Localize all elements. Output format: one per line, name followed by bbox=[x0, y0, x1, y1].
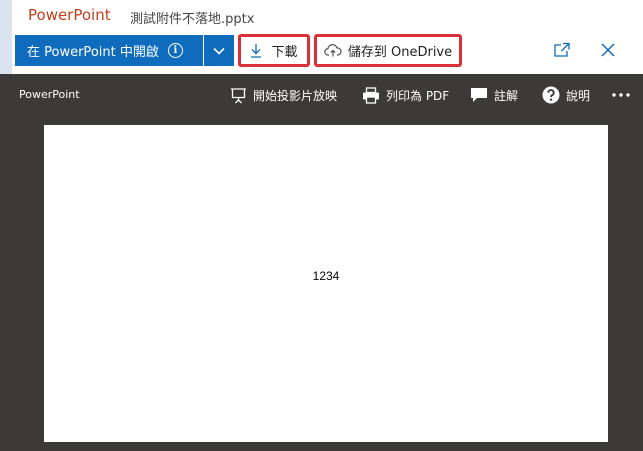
start-slideshow-button[interactable]: 開始投影片放映 bbox=[230, 84, 337, 106]
open-options-dropdown[interactable] bbox=[204, 35, 234, 66]
help-button[interactable]: 說明 bbox=[542, 84, 590, 106]
popout-icon bbox=[554, 42, 570, 57]
cloud-upload-icon bbox=[324, 44, 342, 57]
more-icon bbox=[612, 93, 630, 97]
slide-text: 1234 bbox=[312, 269, 340, 283]
comment-icon bbox=[471, 88, 487, 102]
file-name: 測試附件不落地.pptx bbox=[130, 12, 255, 27]
open-in-powerpoint-label: 在 PowerPoint 中開啟 bbox=[27, 45, 159, 60]
viewer-brand: PowerPoint bbox=[19, 88, 80, 101]
app-name: PowerPoint bbox=[28, 6, 111, 24]
title-bar: PowerPoint 測試附件不落地.pptx bbox=[12, 0, 643, 32]
download-label: 下載 bbox=[271, 45, 298, 60]
save-to-onedrive-button[interactable]: 儲存到 OneDrive bbox=[314, 34, 462, 67]
printer-icon bbox=[363, 86, 379, 104]
projector-icon bbox=[231, 87, 246, 103]
more-options-button[interactable] bbox=[612, 84, 636, 106]
save-to-onedrive-label: 儲存到 OneDrive bbox=[347, 45, 453, 60]
download-button[interactable]: 下載 bbox=[238, 34, 310, 67]
print-pdf-button[interactable]: 列印為 PDF bbox=[362, 84, 449, 106]
document-viewer: PowerPoint 開始投影片放映 列印為 PDF 註解 說明 1234 bbox=[0, 74, 643, 451]
comments-label: 註解 bbox=[494, 88, 519, 103]
print-pdf-label: 列印為 PDF bbox=[386, 88, 450, 103]
close-icon bbox=[601, 43, 615, 57]
slide-canvas[interactable]: 1234 bbox=[44, 125, 608, 442]
help-label: 說明 bbox=[566, 88, 591, 103]
help-icon bbox=[542, 86, 560, 104]
action-bar: 在 PowerPoint 中開啟 i 下載 儲存到 OneDrive bbox=[12, 32, 643, 74]
comments-button[interactable]: 註解 bbox=[470, 84, 518, 106]
viewer-toolbar: PowerPoint 開始投影片放映 列印為 PDF 註解 說明 bbox=[0, 74, 643, 116]
download-icon bbox=[251, 44, 262, 58]
info-icon[interactable]: i bbox=[167, 43, 183, 58]
open-in-powerpoint-button[interactable]: 在 PowerPoint 中開啟 i bbox=[15, 35, 203, 66]
close-button[interactable] bbox=[599, 41, 619, 61]
start-slideshow-label: 開始投影片放映 bbox=[253, 88, 338, 103]
chevron-down-icon bbox=[213, 47, 225, 55]
popout-button[interactable] bbox=[553, 42, 573, 60]
